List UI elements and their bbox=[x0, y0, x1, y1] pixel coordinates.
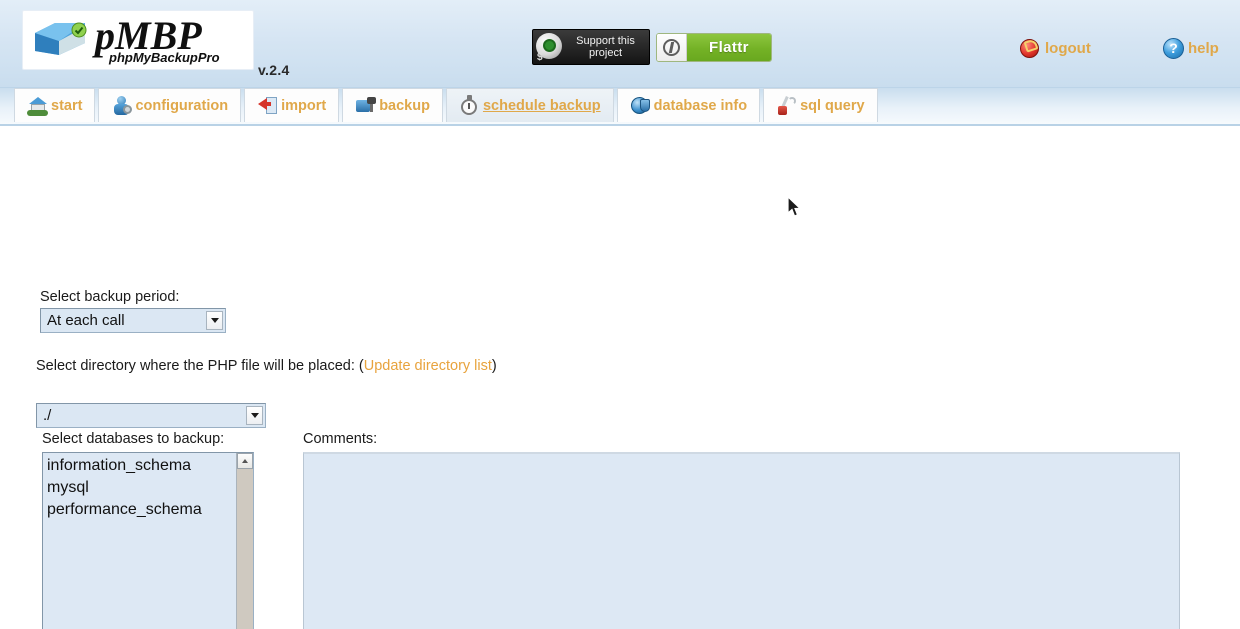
list-item[interactable]: mysql bbox=[47, 477, 253, 499]
chevron-down-icon[interactable] bbox=[246, 406, 263, 425]
comments-label: Comments: bbox=[303, 431, 378, 447]
flattr-button[interactable]: Flattr bbox=[656, 33, 772, 62]
help-label: help bbox=[1188, 40, 1219, 57]
backup-period-label: Select backup period: bbox=[40, 289, 180, 305]
directory-paren-close: ) bbox=[491, 358, 497, 374]
logout-link[interactable]: logout bbox=[1020, 38, 1091, 59]
schedule-backup-form: Select backup period: At each call Selec… bbox=[0, 126, 1240, 629]
tab-database-info[interactable]: database info bbox=[616, 88, 761, 122]
directory-label: Select directory where the PHP file will… bbox=[36, 358, 497, 374]
logout-icon bbox=[1020, 38, 1041, 59]
tab-sql-query-label: sql query bbox=[800, 97, 865, 114]
support-badge-text: Support this project bbox=[565, 35, 649, 59]
app-version: v.2.4 bbox=[258, 62, 290, 78]
chevron-down-icon[interactable] bbox=[206, 311, 223, 330]
home-icon bbox=[27, 95, 49, 117]
flattr-icon bbox=[657, 34, 687, 61]
sql-query-icon bbox=[776, 95, 798, 117]
list-item[interactable]: performance_schema bbox=[47, 499, 253, 521]
logout-label: logout bbox=[1045, 40, 1091, 57]
svg-text:phpMyBackupPro: phpMyBackupPro bbox=[108, 50, 220, 65]
tab-import-label: import bbox=[281, 97, 327, 114]
tab-import[interactable]: import bbox=[244, 88, 340, 122]
app-logo[interactable]: pMBP phpMyBackupPro bbox=[22, 10, 254, 70]
tab-schedule-backup[interactable]: schedule backup bbox=[445, 88, 614, 122]
listbox-scrollbar[interactable] bbox=[236, 453, 253, 629]
tab-list: start configuration import backup schedu bbox=[14, 88, 881, 122]
tab-configuration-label: configuration bbox=[135, 97, 229, 114]
tab-start-label: start bbox=[51, 97, 83, 114]
databases-label: Select databases to backup: bbox=[42, 431, 225, 447]
tab-database-info-label: database info bbox=[653, 97, 748, 114]
tab-backup[interactable]: backup bbox=[342, 88, 443, 122]
backup-period-select[interactable]: At each call bbox=[40, 308, 226, 333]
configuration-icon bbox=[111, 95, 133, 117]
help-icon: ? bbox=[1163, 38, 1184, 59]
backup-period-value: At each call bbox=[47, 312, 125, 329]
support-badge-line2: project bbox=[588, 47, 623, 59]
flattr-label: Flattr bbox=[687, 34, 771, 61]
clock-icon bbox=[459, 94, 481, 117]
page-header: pMBP phpMyBackupPro v.2.4 $ Support this… bbox=[0, 0, 1240, 88]
scrollbar-track[interactable] bbox=[237, 469, 253, 629]
tab-configuration[interactable]: configuration bbox=[98, 88, 242, 122]
main-navigation: start configuration import backup schedu bbox=[0, 88, 1240, 217]
database-icon bbox=[630, 95, 652, 117]
import-icon bbox=[257, 95, 279, 117]
directory-select[interactable]: ./ bbox=[36, 403, 266, 428]
directory-value: ./ bbox=[43, 407, 52, 424]
scroll-up-icon[interactable] bbox=[237, 453, 253, 469]
comments-textarea[interactable] bbox=[303, 452, 1180, 629]
backup-icon bbox=[355, 95, 377, 117]
databases-options: information_schema mysql performance_sch… bbox=[43, 453, 253, 521]
tab-schedule-backup-label: schedule backup bbox=[482, 97, 601, 114]
tab-backup-label: backup bbox=[379, 97, 430, 114]
backup-box-icon: pMBP phpMyBackupPro bbox=[35, 13, 220, 65]
update-directory-list-link[interactable]: Update directory list bbox=[364, 358, 492, 374]
support-badge-line1: Support this bbox=[576, 35, 635, 47]
tab-sql-query[interactable]: sql query bbox=[763, 88, 878, 122]
directory-label-text: Select directory where the PHP file will… bbox=[36, 358, 355, 374]
currency-symbol: $ bbox=[537, 52, 543, 63]
tab-start[interactable]: start bbox=[14, 88, 96, 122]
databases-listbox[interactable]: information_schema mysql performance_sch… bbox=[42, 452, 254, 629]
help-link[interactable]: ? help bbox=[1163, 38, 1219, 59]
list-item[interactable]: information_schema bbox=[47, 455, 253, 477]
donate-coin-icon: $ bbox=[535, 32, 565, 63]
support-project-badge[interactable]: $ Support this project bbox=[532, 29, 650, 65]
